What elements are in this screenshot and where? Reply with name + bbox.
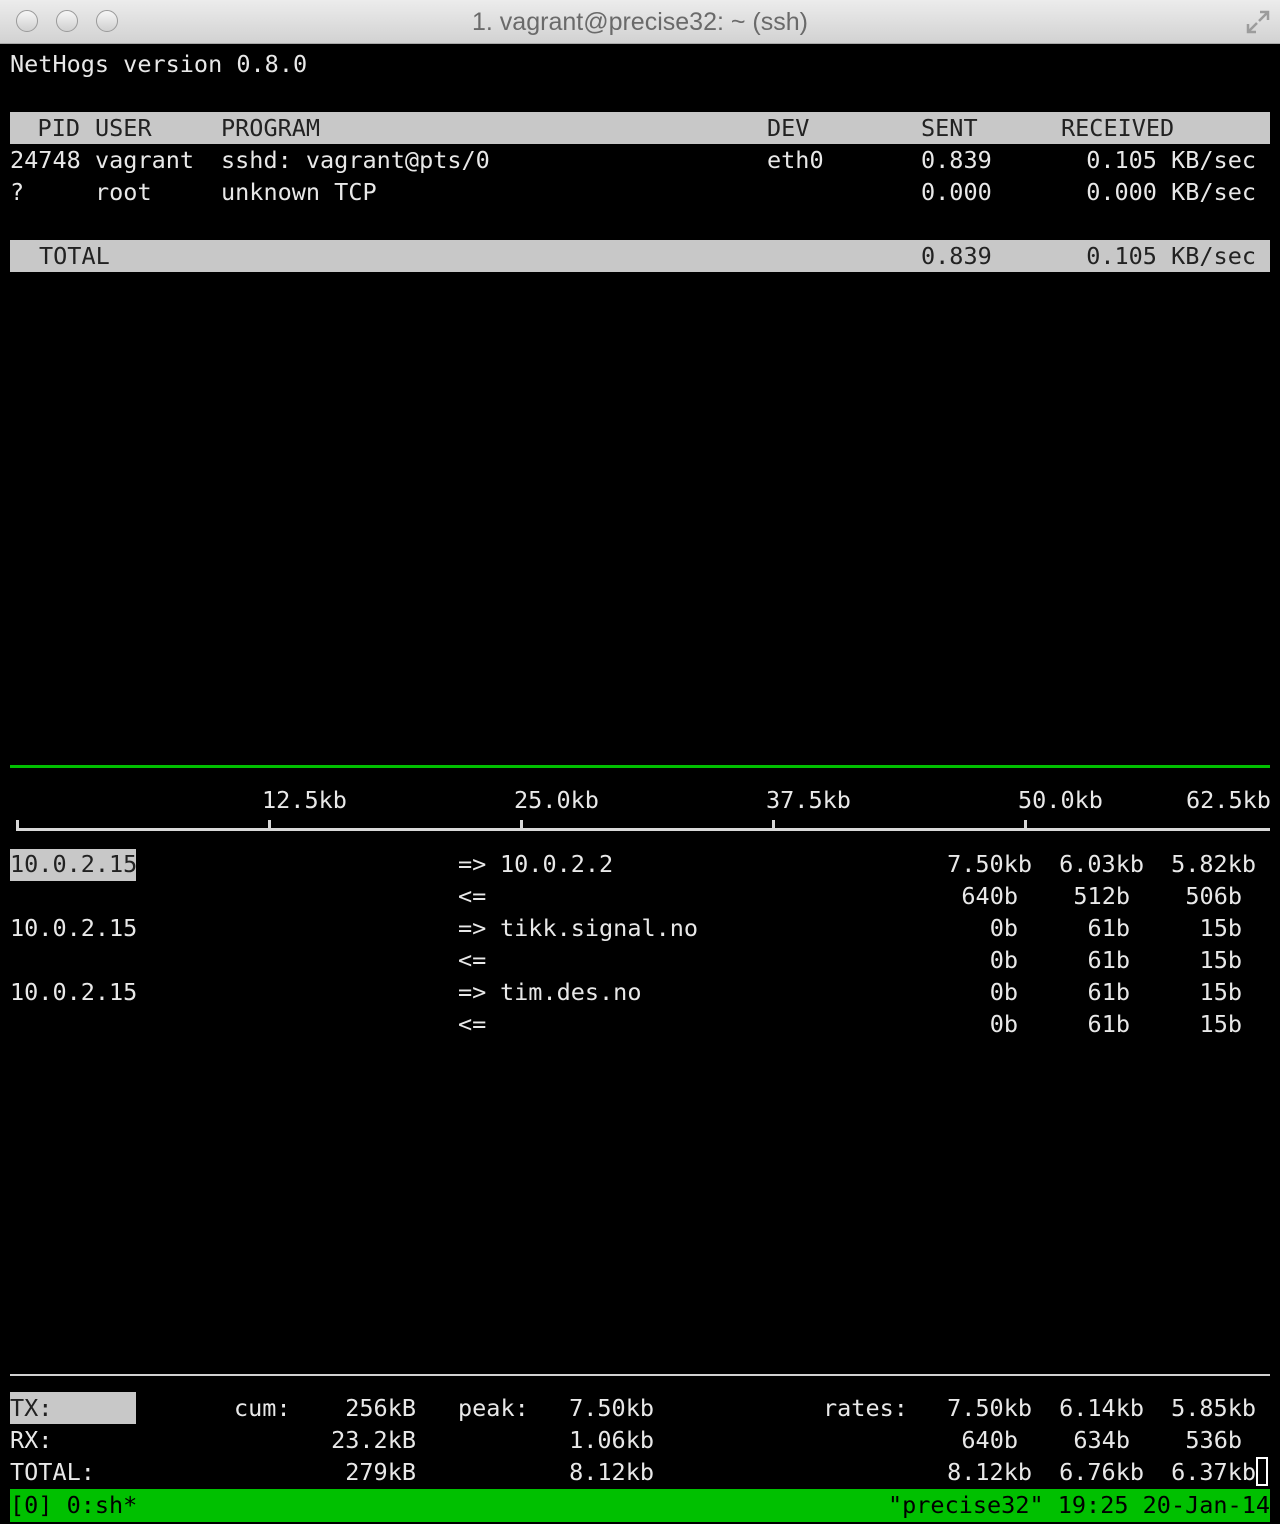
flow-rate: 640b (961, 882, 1018, 910)
row-sent: 0.839 (921, 146, 992, 174)
row-user: root (95, 178, 152, 206)
flow-destination: 10.0.2.2 (500, 850, 614, 878)
scale-label: 37.5kb (766, 786, 851, 814)
flow-destination: tikk.signal.no (500, 914, 699, 942)
scale-label: 62.5kb (1186, 786, 1271, 814)
flow-rate: 7.50kb (947, 850, 1032, 878)
flow-rate: 15b (1199, 978, 1242, 1006)
row-program: sshd: vagrant@pts/0 (221, 146, 490, 174)
total-summary-label: TOTAL: (10, 1458, 95, 1486)
total-cum: 279kB (345, 1458, 416, 1486)
col-dev: DEV (767, 114, 810, 142)
scale-tick (520, 820, 523, 831)
tmux-window-list[interactable]: [0] 0:sh* (10, 1489, 137, 1521)
flow-rate: 0b (989, 978, 1018, 1006)
tx-rate: 6.14kb (1059, 1394, 1144, 1422)
total-label: TOTAL (39, 242, 110, 270)
total-rate: 8.12kb (947, 1458, 1032, 1486)
flow-destination: tim.des.no (500, 978, 642, 1006)
scale-tick (16, 820, 19, 831)
terminal-cursor (1256, 1457, 1268, 1486)
flow-in-arrow: <= (458, 882, 487, 910)
total-peak: 8.12kb (569, 1458, 654, 1486)
flow-rate: 0b (989, 914, 1018, 942)
flow-rate: 506b (1185, 882, 1242, 910)
flow-rate: 5.82kb (1171, 850, 1256, 878)
terminal[interactable]: NetHogs version 0.8.0 PID USER PROGRAM D… (10, 44, 1271, 1524)
tx-rate: 7.50kb (947, 1394, 1032, 1422)
scale-tick (772, 820, 775, 831)
col-received: RECEIVED (1061, 114, 1175, 142)
row-dev: eth0 (767, 146, 824, 174)
flow-rate: 15b (1199, 1010, 1242, 1038)
rx-rate: 634b (1073, 1426, 1130, 1454)
tmux-status-bar: [0] 0:sh* "precise32" 19:25 20-Jan-14 (10, 1489, 1270, 1522)
tx-cum: 256kB (345, 1394, 416, 1422)
flow-rate: 512b (1073, 882, 1130, 910)
col-program: PROGRAM (221, 114, 321, 142)
flow-out-arrow: => (458, 850, 487, 878)
row-program: unknown TCP (221, 178, 377, 206)
flow-rate: 6.03kb (1059, 850, 1144, 878)
tx-label: TX: (10, 1394, 53, 1422)
col-sent: SENT (921, 114, 978, 142)
total-received: 0.105 KB/sec (1086, 242, 1256, 270)
rx-rate: 536b (1185, 1426, 1242, 1454)
flow-in-arrow: <= (458, 1010, 487, 1038)
peak-label: peak: (458, 1394, 529, 1422)
rx-label: RX: (10, 1426, 53, 1454)
flow-source: 10.0.2.15 (10, 850, 138, 878)
flow-rate: 0b (989, 1010, 1018, 1038)
row-received: 0.105 KB/sec (1086, 146, 1256, 174)
pane-divider (10, 765, 1270, 768)
flow-in-arrow: <= (458, 946, 487, 974)
scale-label: 12.5kb (262, 786, 347, 814)
flow-rate: 15b (1199, 914, 1242, 942)
scale-tick (268, 820, 271, 831)
nethogs-version: NetHogs version 0.8.0 (10, 50, 308, 78)
flow-rate: 61b (1087, 914, 1130, 942)
flow-source: 10.0.2.15 (10, 978, 138, 1006)
tmux-right-status: "precise32" 19:25 20-Jan-14 (887, 1491, 1270, 1519)
window-titlebar: 1. vagrant@precise32: ~ (ssh) (0, 0, 1280, 44)
flow-rate: 61b (1087, 946, 1130, 974)
total-rate: 6.76kb (1059, 1458, 1144, 1486)
row-received: 0.000 KB/sec (1086, 178, 1256, 206)
scale-tick (1024, 820, 1027, 831)
flow-out-arrow: => (458, 914, 487, 942)
scale-axis (16, 828, 1270, 831)
row-pid: 24748 (10, 146, 81, 174)
window-title: 1. vagrant@precise32: ~ (ssh) (472, 8, 808, 36)
flow-rate: 61b (1087, 978, 1130, 1006)
summary-divider (10, 1374, 1270, 1376)
total-sent: 0.839 (921, 242, 992, 270)
flow-source: 10.0.2.15 (10, 914, 138, 942)
tx-rate: 5.85kb (1171, 1394, 1256, 1422)
rx-cum: 23.2kB (331, 1426, 416, 1454)
flow-rate: 61b (1087, 1010, 1130, 1038)
col-user: USER (95, 114, 152, 142)
flow-out-arrow: => (458, 978, 487, 1006)
cum-label: cum: (234, 1394, 291, 1422)
scale-label: 25.0kb (514, 786, 599, 814)
row-pid: ? (10, 178, 25, 206)
rx-peak: 1.06kb (569, 1426, 654, 1454)
fullscreen-icon[interactable] (1244, 8, 1272, 36)
flow-rate: 0b (989, 946, 1018, 974)
total-rate: 6.37kb (1171, 1458, 1256, 1486)
rx-rate: 640b (961, 1426, 1018, 1454)
scale-label: 50.0kb (1018, 786, 1103, 814)
row-sent: 0.000 (921, 178, 992, 206)
flow-rate: 15b (1199, 946, 1242, 974)
tx-peak: 7.50kb (569, 1394, 654, 1422)
col-pid: PID (37, 114, 80, 142)
row-user: vagrant (95, 146, 195, 174)
process-table-header: PID USER PROGRAM DEV SENT RECEIVED (10, 112, 1270, 144)
rates-label: rates: (823, 1394, 908, 1422)
process-total-row: TOTAL 0.839 0.105 KB/sec (10, 240, 1270, 272)
